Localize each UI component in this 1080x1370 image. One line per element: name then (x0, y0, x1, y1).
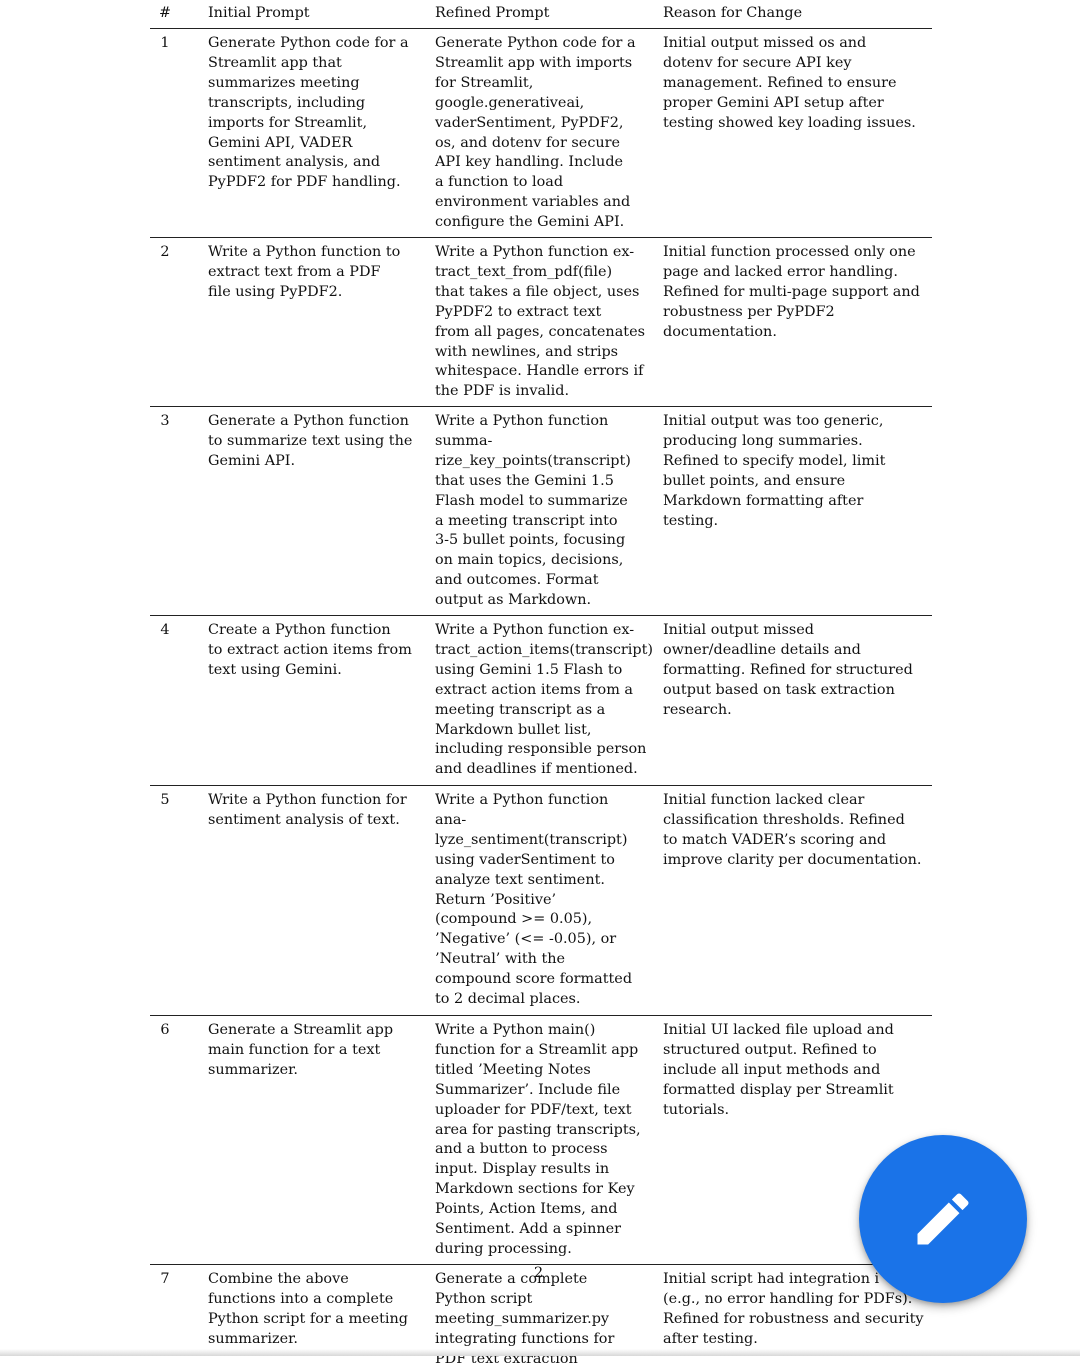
header-refined-prompt: Refined Prompt (435, 5, 550, 21)
initial-prompt-cell: Generate a Python function to summarize … (208, 413, 413, 469)
header-number: # (158, 5, 172, 21)
initial-prompt-cell: Write a Python function for sentiment an… (208, 792, 407, 828)
header-initial-prompt: Initial Prompt (208, 5, 310, 21)
table-row: 6 Generate a Streamlit app main function… (150, 1016, 932, 1265)
initial-prompt-cell: Generate Python code for a Streamlit app… (208, 35, 409, 191)
initial-prompt-cell: Generate a Streamlit app main function f… (208, 1022, 394, 1078)
row-number: 6 (160, 1022, 170, 1038)
table-row: 4 Create a Python function to extract ac… (150, 616, 932, 786)
reason-cell: Initial function lacked clear classifica… (663, 792, 922, 868)
reason-cell: Initial UI lacked file upload and struct… (663, 1022, 894, 1118)
initial-prompt-cell: Combine the above functions into a compl… (208, 1271, 409, 1347)
row-number: 3 (160, 413, 170, 429)
initial-prompt-cell: Write a Python function to extract text … (208, 244, 401, 300)
viewer-bottom-edge (0, 1349, 1080, 1356)
pencil-icon (917, 1193, 969, 1245)
reason-cell: Initial output missed owner/deadline det… (663, 622, 913, 718)
document-page: # Initial Prompt Refined Prompt Reason f… (150, 0, 932, 1367)
refined-prompt-cell: Write a Python main() function for a Str… (435, 1022, 641, 1257)
table-row: 1 Generate Python code for a Streamlit a… (150, 29, 932, 238)
row-number: 2 (160, 244, 170, 260)
row-number: 7 (160, 1271, 170, 1287)
table-row: 2 Write a Python function to extract tex… (150, 238, 932, 407)
row-number: 4 (160, 622, 170, 638)
refined-prompt-cell: Generate Python code for a Streamlit app… (435, 35, 636, 231)
refined-prompt-cell: Write a Python function ex- tract_text_f… (435, 244, 645, 400)
refined-prompt-cell: Write a Python function ex- tract_action… (435, 622, 654, 778)
edit-fab-button[interactable] (859, 1135, 1027, 1303)
row-number: 1 (160, 35, 170, 51)
refined-prompt-cell: Write a Python function summa- rize_key_… (435, 413, 631, 609)
table-row: 3 Generate a Python function to summariz… (150, 407, 932, 616)
reason-cell: Initial function processed only one page… (663, 244, 920, 340)
table-header: # Initial Prompt Refined Prompt Reason f… (150, 0, 932, 29)
refined-prompt-cell: Write a Python function ana- lyze_sentim… (435, 792, 633, 1008)
row-number: 5 (160, 792, 170, 808)
table-row: 5 Write a Python function for sentiment … (150, 786, 932, 1016)
header-reason-for-change: Reason for Change (663, 5, 803, 21)
reason-cell: Initial output was too generic, producin… (663, 413, 886, 529)
initial-prompt-cell: Create a Python function to extract acti… (208, 622, 412, 678)
reason-cell: Initial output missed os and dotenv for … (663, 35, 916, 131)
page-number: 2 (534, 1265, 544, 1281)
